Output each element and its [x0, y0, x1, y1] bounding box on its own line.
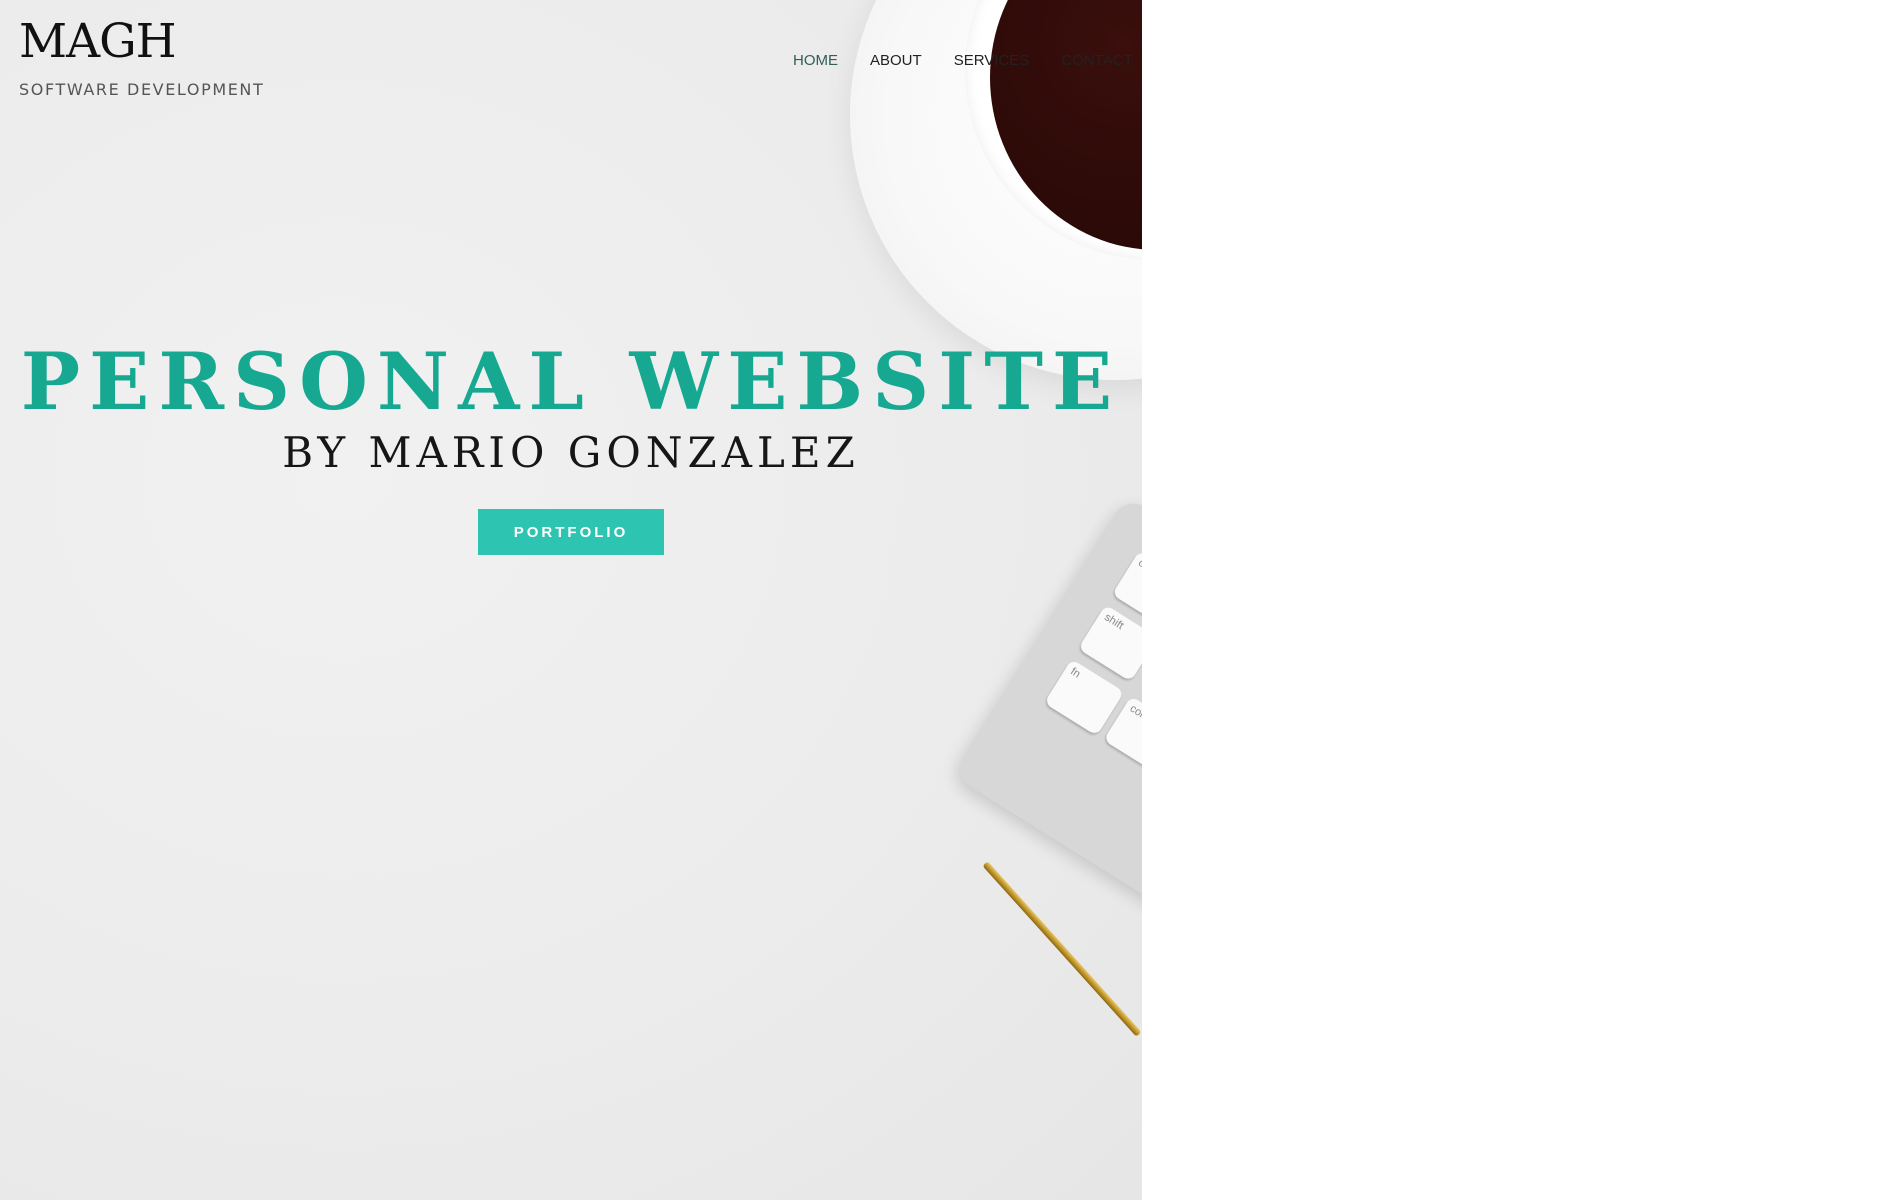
site-tagline: SOFTWARE DEVELOPMENT: [19, 80, 265, 99]
main-nav: HOME ABOUT SERVICES CONTACT: [793, 52, 1142, 69]
nav-contact-link[interactable]: CONTACT: [1061, 52, 1132, 69]
page-divider: [1142, 0, 1143, 1200]
site-logo[interactable]: MAGH: [19, 14, 177, 69]
keyboard-image: caps lock shift fn control: [951, 495, 1142, 945]
portfolio-button[interactable]: PORTFOLIO: [478, 509, 664, 555]
nav-home-link[interactable]: HOME: [793, 52, 838, 69]
nav-services-link[interactable]: SERVICES: [954, 52, 1030, 69]
pen-image: [982, 861, 1142, 1037]
hero-section: caps lock shift fn control MAGH SOFTWARE…: [0, 0, 1142, 1200]
hero-headline: PERSONAL WEBSITE: [20, 335, 1122, 428]
hero-subline: BY MARIO GONZALEZ: [282, 428, 860, 477]
nav-about-link[interactable]: ABOUT: [870, 52, 922, 69]
